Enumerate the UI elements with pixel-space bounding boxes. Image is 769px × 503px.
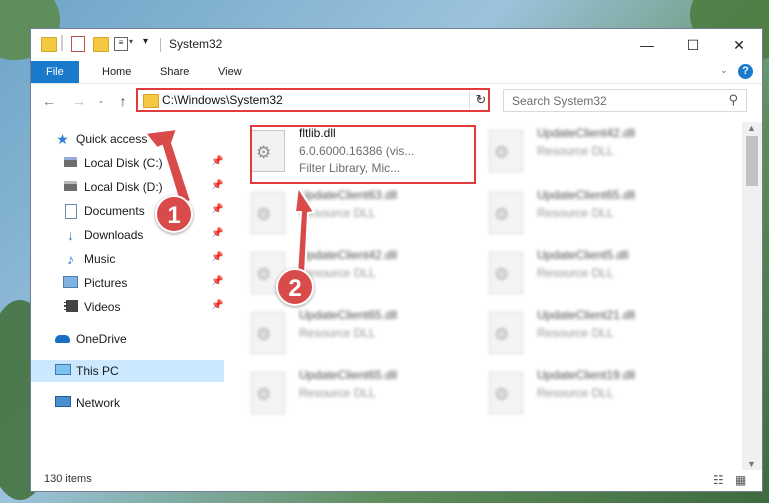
explorer-window: ≡ ▾ ▾ System32 — ☐ ✕ File Home Share Vie… [31,29,762,491]
arrow-1 [143,127,193,206]
arrow-2 [293,184,316,275]
annotation-arrows [143,127,316,275]
step-badge-1: 1 [155,195,193,233]
step-badge-2: 2 [276,268,314,306]
